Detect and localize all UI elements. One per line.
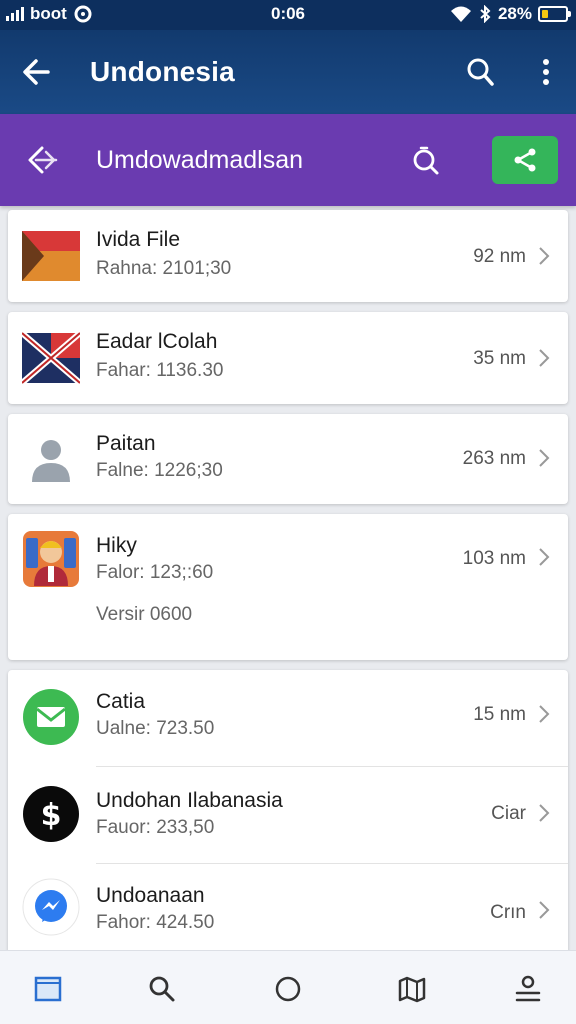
wifi-icon bbox=[450, 6, 471, 22]
item-subtitle: Fauor: 233,50 bbox=[96, 817, 215, 838]
item-value: 15 nm bbox=[473, 704, 526, 725]
item-subtitle: Ualne: 723.50 bbox=[96, 718, 215, 739]
list-item[interactable]: Ivida File Rahna: 2101;30 92 nm bbox=[8, 210, 568, 302]
bottom-nav bbox=[0, 950, 576, 1024]
flag-icon bbox=[22, 330, 80, 386]
item-subtitle: Fahor: 424.50 bbox=[96, 912, 215, 933]
avatar-icon bbox=[23, 531, 79, 587]
chevron-right-icon bbox=[539, 548, 550, 566]
profile-icon[interactable] bbox=[512, 973, 544, 1005]
messenger-icon bbox=[22, 878, 80, 936]
item-name: Eadar lColah bbox=[96, 330, 218, 353]
dollar-icon: $ bbox=[23, 786, 79, 842]
item-value: Crın bbox=[490, 902, 526, 923]
chevron-right-icon bbox=[539, 705, 550, 723]
home-icon[interactable] bbox=[32, 973, 64, 1005]
back-arrow-icon[interactable] bbox=[18, 54, 54, 90]
list-item[interactable]: $ Undohan Ilabanasia Fauor: 233,50 Ciar bbox=[8, 767, 568, 863]
item-name: Ivida File bbox=[96, 228, 181, 251]
more-vert-icon[interactable] bbox=[528, 54, 564, 90]
chevron-right-icon bbox=[539, 247, 550, 265]
item-version: Versir 0600 bbox=[96, 604, 193, 625]
item-value: Ciar bbox=[491, 803, 526, 824]
message-icon bbox=[23, 689, 79, 745]
item-name: Catia bbox=[96, 690, 146, 713]
item-subtitle: Fahar: 1136.30 bbox=[96, 360, 224, 381]
item-value: 103 nm bbox=[462, 548, 526, 569]
item-value: 263 nm bbox=[462, 448, 526, 469]
chevron-right-icon bbox=[539, 804, 550, 822]
list-card: Catia Ualne: 723.50 15 nm $ Undohan Ilab… bbox=[8, 670, 568, 954]
app-bar: Undonesia bbox=[0, 30, 576, 114]
bluetooth-icon bbox=[480, 5, 491, 23]
list-item[interactable]: Catia Ualne: 723.50 15 nm bbox=[8, 670, 568, 766]
person-icon bbox=[32, 440, 70, 482]
item-name: Undohan Ilabanasia bbox=[96, 789, 283, 812]
chevron-right-icon bbox=[539, 449, 550, 467]
chevron-right-icon bbox=[539, 349, 550, 367]
list-item[interactable]: Paitan Falne: 1226;30 263 nm bbox=[8, 414, 568, 504]
circle-icon[interactable] bbox=[272, 973, 304, 1005]
list-item[interactable]: Eadar lColah Fahar: 1136.30 35 nm bbox=[8, 312, 568, 404]
map-icon[interactable] bbox=[396, 973, 428, 1005]
share-button[interactable] bbox=[492, 136, 558, 184]
back-icon[interactable] bbox=[22, 140, 64, 180]
list-card: Paitan Falne: 1226;30 263 nm bbox=[8, 414, 568, 504]
status-right: 28% bbox=[450, 4, 571, 24]
page-title: Undonesia bbox=[90, 56, 235, 87]
search-icon[interactable] bbox=[462, 54, 498, 90]
flag-icon bbox=[22, 231, 80, 281]
item-subtitle: Rahna: 2101;30 bbox=[96, 258, 232, 279]
list-card: Hiky Falor: 123;:60 103 nm Versir 0600 bbox=[8, 514, 568, 660]
battery-percent: 28% bbox=[497, 4, 532, 23]
list-item[interactable]: Undoanaan Fahor: 424.50 Crın bbox=[8, 864, 568, 954]
list-card: Ivida File Rahna: 2101;30 92 nm bbox=[8, 210, 568, 302]
share-icon bbox=[514, 148, 536, 172]
list-item[interactable]: Hiky Falor: 123;:60 103 nm Versir 0600 bbox=[8, 514, 568, 660]
list-card: Eadar lColah Fahar: 1136.30 35 nm bbox=[8, 312, 568, 404]
item-name: Paitan bbox=[96, 432, 156, 455]
status-bar: boot 0:06 28% bbox=[0, 0, 576, 30]
svg-text:$: $ bbox=[41, 798, 62, 833]
sub-title: Umdowadmadlsan bbox=[96, 146, 304, 174]
item-value: 92 nm bbox=[473, 246, 526, 267]
search-icon[interactable] bbox=[406, 142, 444, 180]
sub-toolbar: Umdowadmadlsan bbox=[0, 114, 576, 206]
item-name: Undoanaan bbox=[96, 884, 205, 907]
item-subtitle: Falne: 1226;30 bbox=[96, 460, 223, 481]
item-subtitle: Falor: 123;:60 bbox=[96, 562, 214, 583]
search-icon[interactable] bbox=[146, 973, 178, 1005]
item-value: 35 nm bbox=[473, 348, 526, 369]
chevron-right-icon bbox=[539, 901, 550, 919]
battery-icon bbox=[538, 6, 571, 22]
item-name: Hiky bbox=[96, 534, 137, 557]
